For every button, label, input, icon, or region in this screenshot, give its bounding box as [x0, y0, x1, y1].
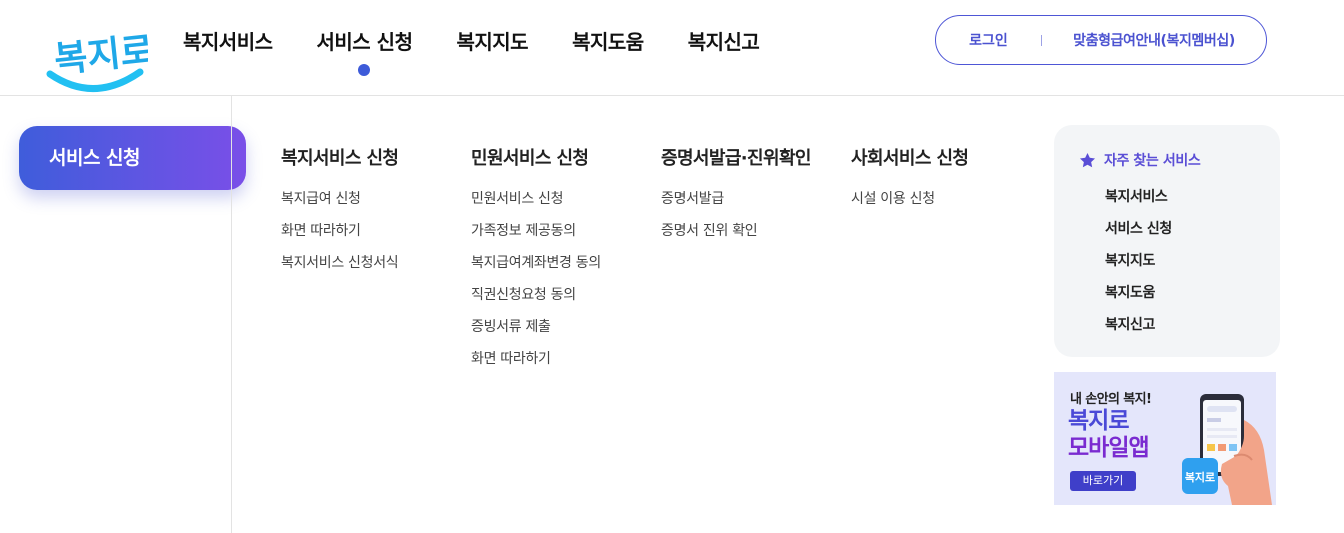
- site-header: 복지로 복지서비스 서비스 신청 복지지도 복지도움 복지신고 로그인 맞춤형급…: [0, 0, 1344, 96]
- menu-link[interactable]: 복지서비스 신청서식: [281, 253, 399, 273]
- menu-column-title[interactable]: 복지서비스 신청: [281, 147, 399, 171]
- menu-link[interactable]: 직권신청요청 동의: [471, 285, 601, 305]
- favorite-item[interactable]: 복지서비스: [1105, 187, 1172, 207]
- menu-column-title[interactable]: 증명서발급·진위확인: [661, 147, 811, 171]
- menu-divider: [231, 96, 232, 533]
- favorite-services-panel: 자주 찾는 서비스 복지서비스 서비스 신청 복지지도 복지도움 복지신고: [1054, 125, 1280, 357]
- menu-link[interactable]: 민원서비스 신청: [471, 189, 601, 209]
- menu-column-welfare-apply: 복지서비스 신청 복지급여 신청 화면 따라하기 복지서비스 신청서식: [281, 147, 399, 285]
- nav-welfare-service[interactable]: 복지서비스: [183, 28, 273, 56]
- menu-link[interactable]: 증명서발급: [661, 189, 811, 209]
- menu-link[interactable]: 시설 이용 신청: [851, 189, 968, 209]
- app-icon-text: 복지로: [1185, 470, 1215, 484]
- menu-link[interactable]: 증빙서류 제출: [471, 317, 601, 337]
- phone-in-hand-illustration: 복지로: [1182, 394, 1272, 505]
- menu-column-certificate: 증명서발급·진위확인 증명서발급 증명서 진위 확인: [661, 147, 811, 253]
- nav-welfare-map[interactable]: 복지지도: [456, 28, 528, 56]
- menu-column-title[interactable]: 민원서비스 신청: [471, 147, 601, 171]
- menu-section-title[interactable]: 서비스 신청: [19, 126, 246, 190]
- banner-subtitle: 내 손안의 복지!: [1070, 392, 1152, 407]
- favorite-services-list: 복지서비스 서비스 신청 복지지도 복지도움 복지신고: [1105, 187, 1172, 347]
- nav-welfare-help[interactable]: 복지도움: [572, 28, 644, 56]
- menu-link[interactable]: 증명서 진위 확인: [661, 221, 811, 241]
- utility-bar: 로그인 맞춤형급여안내(복지멤버십): [935, 15, 1267, 65]
- mobile-app-banner[interactable]: 내 손안의 복지! 복지로 모바일앱 바로가기 복지로: [1054, 372, 1276, 505]
- favorite-item[interactable]: 복지신고: [1105, 315, 1172, 335]
- favorite-services-title: 자주 찾는 서비스: [1104, 153, 1201, 169]
- banner-title-line1: 복지로: [1068, 408, 1129, 434]
- favorite-item[interactable]: 서비스 신청: [1105, 219, 1172, 239]
- nav-service-apply[interactable]: 서비스 신청: [317, 28, 413, 76]
- menu-link[interactable]: 화면 따라하기: [281, 221, 398, 241]
- menu-link[interactable]: 복지급여계좌변경 동의: [471, 253, 601, 273]
- menu-column-civil-apply: 민원서비스 신청 민원서비스 신청 가족정보 제공동의 복지급여계좌변경 동의 …: [471, 147, 601, 381]
- favorite-item[interactable]: 복지도움: [1105, 283, 1172, 303]
- favorite-item[interactable]: 복지지도: [1105, 251, 1172, 271]
- star-icon: [1079, 152, 1096, 167]
- menu-column-title[interactable]: 사회서비스 신청: [851, 147, 969, 171]
- bokjiro-logo[interactable]: 복지로: [44, 8, 148, 96]
- banner-title-line2: 모바일앱: [1068, 435, 1150, 461]
- custom-benefit-guide-link[interactable]: 맞춤형급여안내(복지멤버십): [1042, 30, 1266, 50]
- menu-link[interactable]: 복지급여 신청: [281, 189, 398, 209]
- login-link[interactable]: 로그인: [936, 30, 1041, 50]
- menu-link[interactable]: 화면 따라하기: [471, 349, 601, 369]
- banner-go-button[interactable]: 바로가기: [1070, 471, 1136, 491]
- menu-link[interactable]: 가족정보 제공동의: [471, 221, 601, 241]
- menu-column-social-service: 사회서비스 신청 시설 이용 신청: [851, 147, 969, 221]
- main-nav: 복지서비스 서비스 신청 복지지도 복지도움 복지신고: [183, 28, 803, 76]
- nav-welfare-report[interactable]: 복지신고: [688, 28, 760, 56]
- favorite-services-header: 자주 찾는 서비스: [1078, 150, 1201, 170]
